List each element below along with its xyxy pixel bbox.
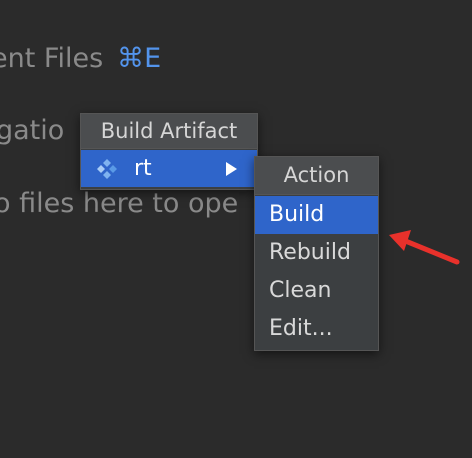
action-rebuild[interactable]: Rebuild — [255, 234, 378, 272]
red-arrow-annotation-icon — [389, 230, 460, 265]
navigation-hint: gatio — [0, 115, 65, 146]
artifact-icon — [97, 159, 117, 179]
action-edit[interactable]: Edit... — [255, 310, 378, 348]
recent-files-shortcut: ⌘E — [117, 43, 162, 74]
artifact-item-rt[interactable]: rt — [81, 150, 257, 187]
build-artifact-popup-title: Build Artifact — [81, 114, 257, 149]
drop-files-hint: o files here to ope — [0, 188, 239, 219]
artifact-item-label: rt — [134, 156, 152, 181]
build-artifact-popup: Build Artifact rt — [80, 113, 258, 190]
action-popup-title: Action — [255, 157, 378, 195]
submenu-arrow-icon — [226, 162, 237, 176]
recent-files-label: ent Files — [0, 43, 104, 74]
action-popup: Action Build Rebuild Clean Edit... — [254, 156, 379, 351]
action-build[interactable]: Build — [255, 196, 378, 234]
recent-files-hint: ent Files ⌘E — [0, 45, 161, 72]
action-clean[interactable]: Clean — [255, 272, 378, 310]
